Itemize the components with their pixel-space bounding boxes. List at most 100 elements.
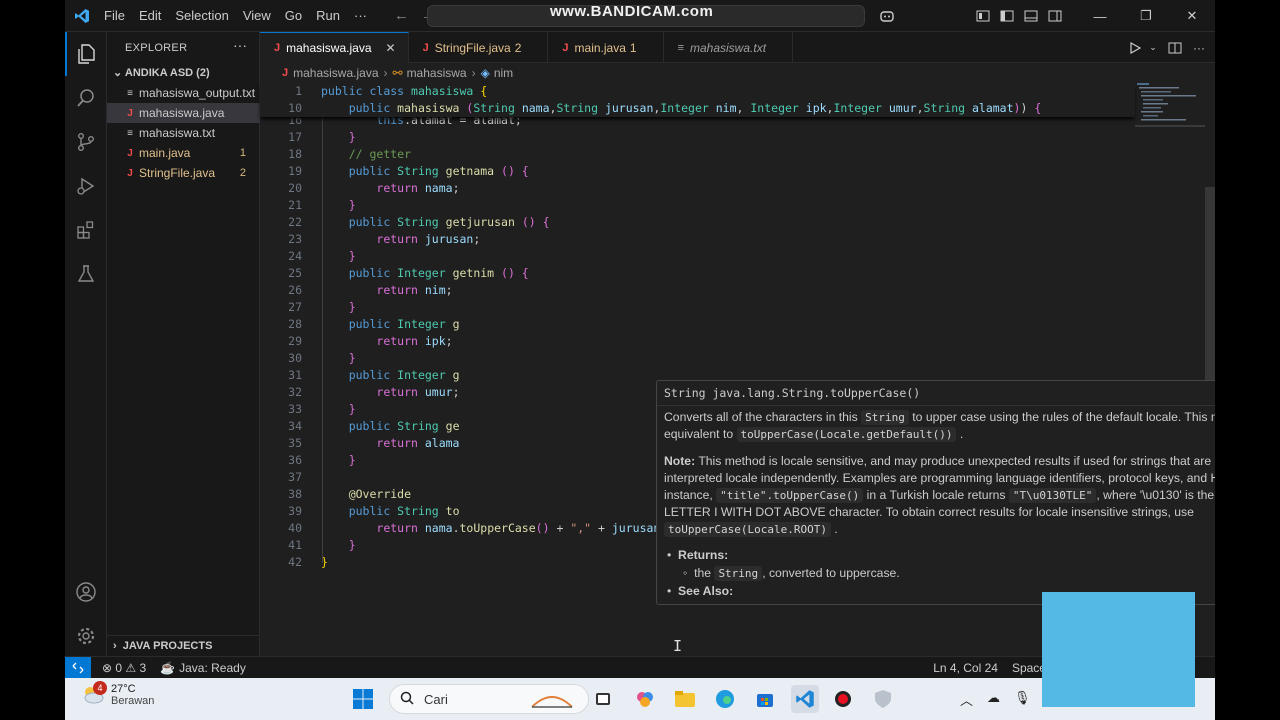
- hover-text: LETTER I WITH DOT ABOVE character. To ob…: [664, 505, 1194, 519]
- weather-widget[interactable]: 4 27°C Berawan: [81, 681, 154, 707]
- code-line[interactable]: 23 return jurusan;: [260, 231, 1135, 248]
- run-file-icon[interactable]: [1123, 32, 1147, 64]
- file-item-mahasiswa-output-txt[interactable]: ≡ mahasiswa_output.txt: [107, 83, 260, 103]
- task-view-icon[interactable]: [589, 685, 617, 713]
- breadcrumb-class[interactable]: mahasiswa: [407, 66, 467, 80]
- tab-stringfile-java[interactable]: J StringFile.java 2: [409, 32, 549, 63]
- copilot-app-icon[interactable]: [631, 685, 659, 713]
- tab-mahasiswa-java[interactable]: J mahasiswa.java ✕: [260, 32, 409, 63]
- code-line[interactable]: 24 }: [260, 248, 1135, 265]
- code-token: ipk: [805, 101, 827, 115]
- code-line[interactable]: 18 // getter: [260, 146, 1135, 163]
- code-text: return nim;: [321, 282, 452, 299]
- menu-file[interactable]: File: [97, 0, 132, 32]
- remote-indicator-icon[interactable]: [65, 657, 91, 678]
- menu-selection[interactable]: Selection: [168, 0, 235, 32]
- code-line[interactable]: 29 return ipk;: [260, 333, 1135, 350]
- breadcrumb-field[interactable]: nim: [494, 66, 513, 80]
- code-editor[interactable]: 1 public class mahasiswa {10 public mahas…: [260, 83, 1215, 656]
- tab-main-java[interactable]: J main.java 1: [548, 32, 664, 63]
- code-line[interactable]: 22 public String getjurusan () {: [260, 214, 1135, 231]
- sidebar-more-icon[interactable]: ···: [233, 37, 247, 53]
- code-line[interactable]: 1 public class mahasiswa {: [260, 83, 1135, 100]
- minimize-icon[interactable]: —: [1077, 0, 1123, 32]
- problems-indicator[interactable]: ⊗ 0 ⚠ 3: [95, 661, 153, 675]
- code-token: Integer: [397, 266, 453, 280]
- java-status[interactable]: ☕ Java: Ready: [153, 661, 253, 675]
- back-arrow-icon[interactable]: ←: [388, 7, 415, 24]
- workspace-folder[interactable]: ⌄ ANDIKA ASD (2): [113, 66, 210, 79]
- store-icon[interactable]: [751, 685, 779, 713]
- line-number: 23: [288, 232, 302, 246]
- settings-gear-icon[interactable]: [65, 614, 107, 658]
- file-explorer-icon[interactable]: [671, 685, 699, 713]
- code-line[interactable]: 26 return nim;: [260, 282, 1135, 299]
- vscode-taskbar-icon[interactable]: [791, 685, 819, 713]
- microphone-icon[interactable]: 🎙: [1014, 690, 1031, 709]
- file-item-main-java[interactable]: J main.java 1: [107, 143, 260, 163]
- split-editor-icon[interactable]: [1163, 32, 1187, 64]
- run-dropdown-chevron-icon[interactable]: ⌄: [1147, 32, 1159, 64]
- breadcrumb-file[interactable]: mahasiswa.java: [293, 66, 378, 80]
- source-control-icon[interactable]: [65, 120, 107, 164]
- code-line[interactable]: 19 public String getnama () {: [260, 163, 1135, 180]
- java-projects-section[interactable]: › JAVA PROJECTS: [107, 635, 260, 656]
- explorer-icon[interactable]: [65, 32, 107, 76]
- hover-documentation-popup: String java.lang.String.toUpperCase() Co…: [656, 380, 1215, 605]
- code-token: getjurusan: [445, 215, 522, 229]
- line-number: 28: [288, 317, 302, 331]
- menu-view[interactable]: View: [236, 0, 278, 32]
- menu-more[interactable]: ···: [347, 0, 374, 32]
- code-line[interactable]: 25 public Integer getnim () {: [260, 265, 1135, 282]
- file-item-mahasiswa-java[interactable]: J mahasiswa.java: [107, 103, 260, 123]
- menu-go[interactable]: Go: [278, 0, 309, 32]
- code-line[interactable]: 20 return nama;: [260, 180, 1135, 197]
- code-token: nim: [715, 101, 737, 115]
- file-item-label: mahasiswa.java: [139, 106, 225, 120]
- more-actions-icon[interactable]: ···: [1187, 32, 1211, 64]
- windows-start-icon[interactable]: [349, 685, 377, 713]
- testing-icon[interactable]: [65, 252, 107, 296]
- tab-mahasiswa-txt[interactable]: ≡ mahasiswa.txt: [664, 32, 794, 63]
- menu-run[interactable]: Run: [309, 0, 347, 32]
- restore-icon[interactable]: ❐: [1123, 0, 1169, 32]
- accounts-icon[interactable]: [65, 570, 107, 614]
- chevron-up-icon[interactable]: ︿: [960, 690, 973, 709]
- code-token: public: [348, 101, 398, 115]
- minimap[interactable]: [1135, 83, 1205, 143]
- toggle-panel-icon[interactable]: [1019, 0, 1043, 32]
- code-line[interactable]: 27 }: [260, 299, 1135, 316]
- code-line[interactable]: 10 public mahasiswa (String nama,String …: [260, 100, 1135, 117]
- search-icon[interactable]: [65, 76, 107, 120]
- close-icon[interactable]: ✕: [1169, 0, 1215, 32]
- extensions-icon[interactable]: [65, 208, 107, 252]
- toggle-secondary-sidebar-icon[interactable]: [1043, 0, 1067, 32]
- taskbar-search[interactable]: Cari: [389, 684, 589, 714]
- screen-left-border: [0, 0, 65, 720]
- run-debug-icon[interactable]: [65, 164, 107, 208]
- file-item-mahasiswa-txt[interactable]: ≡ mahasiswa.txt: [107, 123, 260, 143]
- menu-edit[interactable]: Edit: [132, 0, 168, 32]
- copilot-icon[interactable]: [875, 0, 899, 32]
- code-line[interactable]: 21 }: [260, 197, 1135, 214]
- code-line[interactable]: 30 }: [260, 350, 1135, 367]
- line-number: 22: [288, 215, 302, 229]
- hover-text: , converted to uppercase.: [762, 566, 900, 580]
- close-tab-icon[interactable]: ✕: [386, 41, 396, 55]
- cursor-position[interactable]: Ln 4, Col 24: [926, 661, 1005, 675]
- file-item-stringfile-java[interactable]: J StringFile.java 2: [107, 163, 260, 183]
- edge-browser-icon[interactable]: [711, 685, 739, 713]
- code-line[interactable]: 17 }: [260, 129, 1135, 146]
- app-shield-icon[interactable]: [869, 685, 897, 713]
- code-line[interactable]: 28 public Integer g: [260, 316, 1135, 333]
- line-number: 37: [288, 470, 302, 484]
- toggle-sidebar-icon[interactable]: [995, 0, 1019, 32]
- cloud-icon[interactable]: ☁: [987, 690, 1000, 709]
- customize-layout-icon[interactable]: [971, 0, 995, 32]
- bandicam-record-icon[interactable]: [829, 685, 857, 713]
